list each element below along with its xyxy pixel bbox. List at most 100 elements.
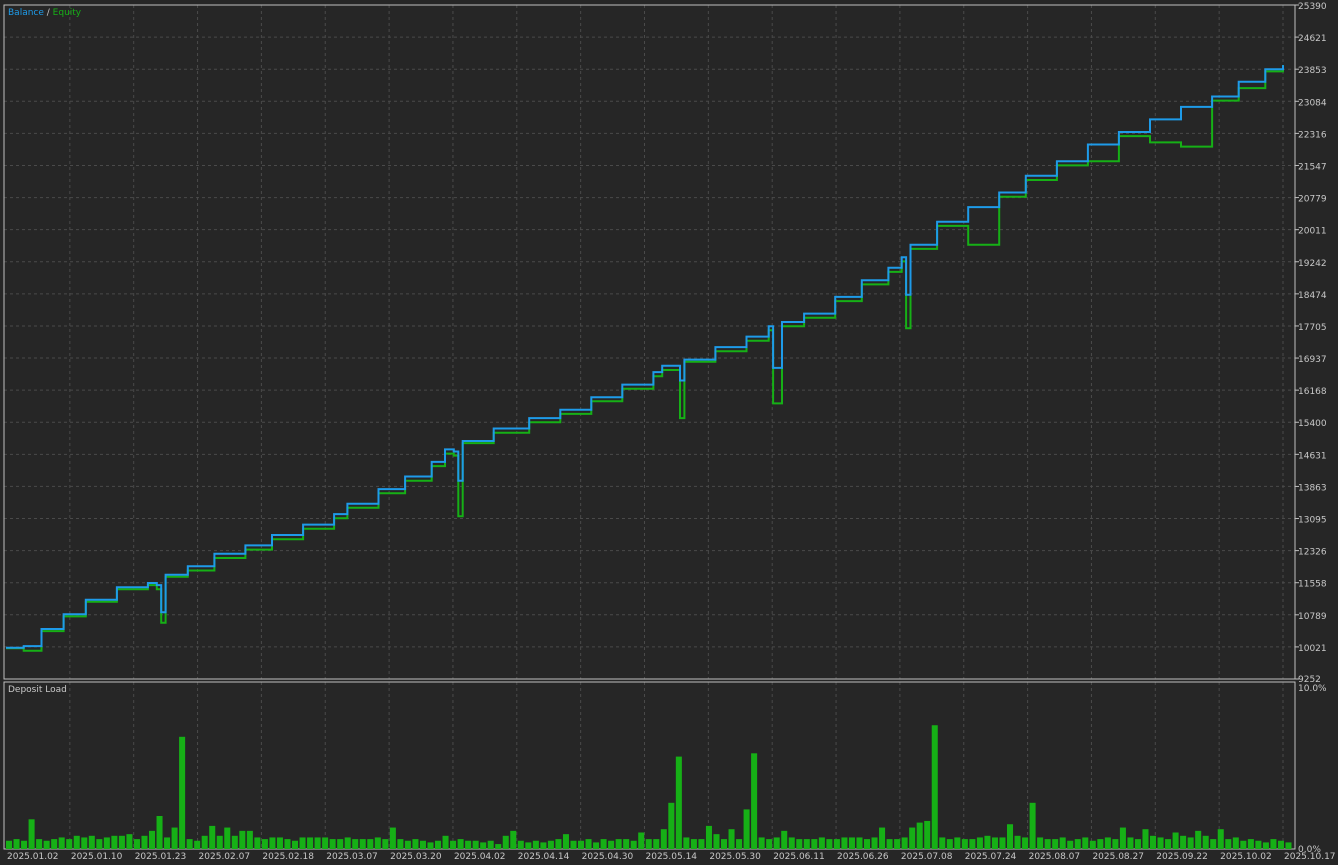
deposit-load-bar <box>487 840 494 849</box>
x-tick-label: 2025.03.07 <box>326 852 378 862</box>
deposit-load-bar <box>1074 839 1081 849</box>
deposit-load-bar <box>848 837 855 849</box>
x-tick-label: 2025.09.22 <box>1156 852 1208 862</box>
legend-separator: / <box>44 8 53 18</box>
deposit-load-bar <box>352 839 359 849</box>
deposit-load-bar <box>954 837 961 849</box>
deposit-load-bar <box>743 809 750 849</box>
deposit-load-bar <box>683 837 690 849</box>
deposit-load-bar <box>209 825 216 849</box>
y-tick-label: 21547 <box>1298 162 1327 172</box>
y-tick-label: 10789 <box>1298 612 1327 622</box>
deposit-load-bar <box>374 837 381 849</box>
deposit-load-bar <box>796 839 803 849</box>
deposit-load-bar <box>299 837 306 849</box>
deposit-load-bar <box>329 839 336 849</box>
deposit-load-bar <box>1007 824 1014 849</box>
deposit-load-bar <box>1202 835 1209 849</box>
y-tick-label: 18474 <box>1298 291 1327 301</box>
y-tick-label: 12326 <box>1298 548 1327 558</box>
deposit-load-bar <box>1037 837 1044 849</box>
chart-background <box>0 0 1338 865</box>
deposit-load-bar <box>66 839 73 849</box>
y-tick-label: 13095 <box>1298 516 1327 526</box>
legend: Balance / Equity <box>8 8 82 18</box>
deposit-load-bar <box>276 837 283 849</box>
y-tick-label: 16937 <box>1298 355 1327 365</box>
deposit-load-bar <box>1187 837 1194 849</box>
deposit-load-bar <box>758 837 765 849</box>
deposit-load-bar <box>480 842 487 849</box>
deposit-load-bar <box>721 839 728 849</box>
deposit-load-bar <box>284 839 291 849</box>
deposit-load-bar <box>999 837 1006 849</box>
deposit-load-bar <box>397 839 404 849</box>
x-tick-label: 2025.08.07 <box>1029 852 1081 862</box>
deposit-load-bar <box>608 840 615 849</box>
deposit-load-bar <box>713 834 720 849</box>
deposit-load-bar <box>736 839 743 849</box>
deposit-load-bar <box>194 840 201 849</box>
deposit-load-bar <box>1022 837 1029 849</box>
deposit-load-bar <box>58 837 65 849</box>
x-tick-label: 2025.10.02 <box>1220 852 1272 862</box>
deposit-load-bar <box>630 840 637 849</box>
deposit-load-bar <box>1029 802 1036 849</box>
deposit-load-bar <box>73 835 80 849</box>
deposit-load-bar <box>570 840 577 849</box>
x-tick-label: 2025.01.02 <box>7 852 59 862</box>
deposit-load-bar <box>773 837 780 849</box>
x-tick-label: 2025.04.14 <box>518 852 570 862</box>
deposit-load-bar <box>856 837 863 849</box>
deposit-load-bar <box>969 839 976 849</box>
deposit-load-bar <box>668 802 675 849</box>
deposit-load-bar <box>1232 837 1239 849</box>
x-tick-label: 2025.07.08 <box>901 852 953 862</box>
deposit-load-bar <box>254 837 261 849</box>
deposit-load-bar <box>442 835 449 849</box>
deposit-load-bar <box>239 830 246 849</box>
deposit-load-bar <box>645 839 652 849</box>
y-tick-label: 23853 <box>1298 66 1327 76</box>
deposit-load-bar <box>337 839 344 849</box>
deposit-load-bar <box>1270 839 1277 849</box>
x-tick-label: 2025.08.27 <box>1092 852 1144 862</box>
y2-tick-label: 10.0% <box>1298 684 1327 694</box>
deposit-load-bar <box>81 837 88 849</box>
deposit-load-bar <box>1067 840 1074 849</box>
deposit-load-bar <box>111 835 118 849</box>
deposit-load-bar <box>269 837 276 849</box>
y-tick-label: 17705 <box>1298 323 1327 333</box>
x-tick-label: 2025.04.02 <box>454 852 506 862</box>
deposit-load-bar <box>88 835 95 849</box>
legend-balance: Balance <box>8 8 44 18</box>
y-tick-label: 20011 <box>1298 227 1327 237</box>
deposit-load-bar <box>179 736 186 849</box>
deposit-load-bar <box>939 837 946 849</box>
deposit-load-bar <box>751 753 758 849</box>
deposit-load-bar <box>1044 839 1051 849</box>
y-tick-label: 14631 <box>1298 451 1327 461</box>
deposit-load-bar <box>1089 840 1096 849</box>
x-tick-label: 2025.01.23 <box>135 852 187 862</box>
deposit-load-bar <box>472 840 479 849</box>
deposit-load-bar <box>412 839 419 849</box>
y-tick-label: 20779 <box>1298 195 1327 205</box>
deposit-load-bar <box>450 840 457 849</box>
y-tick-label: 23084 <box>1298 98 1327 108</box>
deposit-load-bar <box>1262 842 1269 849</box>
deposit-load-bar <box>532 840 539 849</box>
deposit-load-bar <box>1247 839 1254 849</box>
deposit-load-label: Deposit Load <box>8 685 67 695</box>
deposit-load-bar <box>705 825 712 849</box>
deposit-load-bar <box>841 837 848 849</box>
deposit-load-bar <box>292 840 299 849</box>
deposit-load-bar <box>961 839 968 849</box>
deposit-load-bar <box>593 842 600 849</box>
deposit-load-bar <box>510 830 517 849</box>
x-axis-tick-labels: 2025.01.02 2025.01.10 2025.01.23 2025.02.07… <box>7 852 1336 862</box>
deposit-load-bar <box>653 839 660 849</box>
deposit-load-bar <box>224 827 231 849</box>
chart-canvas: 25390 24621 23853 23084 22316 21547 20779 20011… <box>0 0 1338 865</box>
deposit-load-bar <box>261 839 268 849</box>
